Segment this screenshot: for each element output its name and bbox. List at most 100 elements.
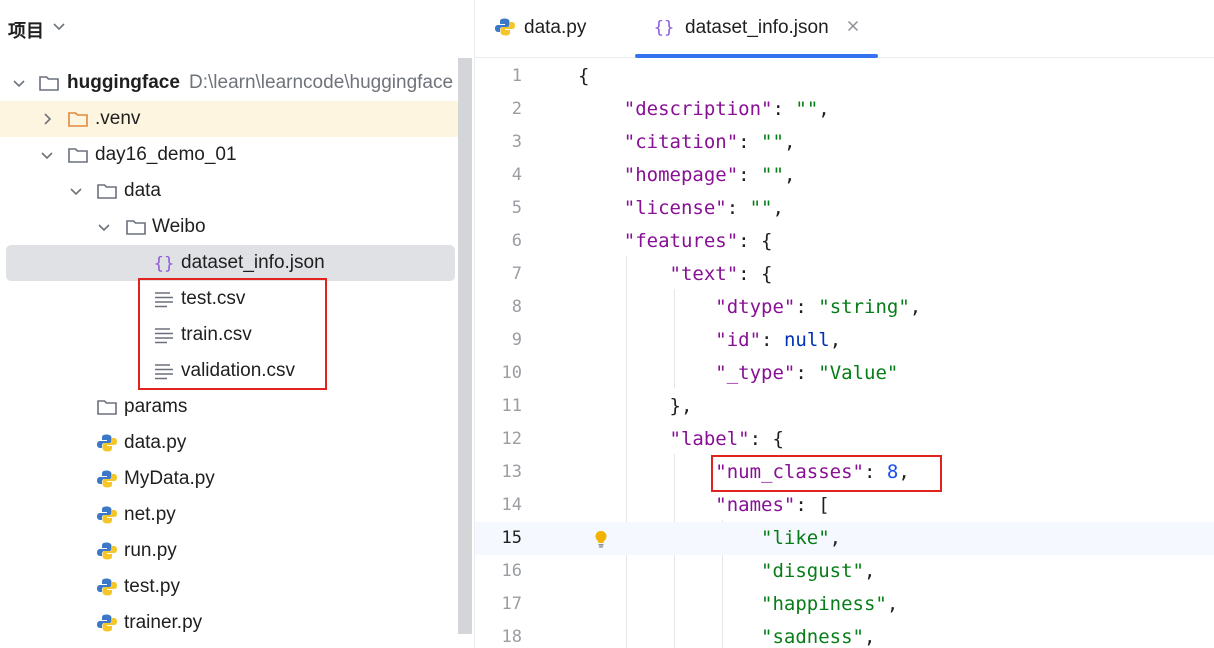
- code-text: "description": "",: [623, 98, 830, 120]
- close-icon[interactable]: [846, 19, 860, 33]
- tree-item-label: Weibo: [152, 216, 206, 237]
- tab-dataset-info-json[interactable]: {} dataset_info.json: [635, 0, 878, 58]
- tree-item-params[interactable]: params: [0, 389, 458, 425]
- line-number: 5: [511, 198, 522, 218]
- tree-item-net-py[interactable]: net.py: [0, 497, 458, 533]
- tree-item-train-csv[interactable]: train.csv: [0, 317, 458, 353]
- text-file-icon: [155, 292, 173, 308]
- folder-excluded-icon: [68, 112, 88, 127]
- tree-item-test-csv[interactable]: test.csv: [0, 281, 458, 317]
- code-text: "_type": "Value": [715, 362, 899, 384]
- code-line[interactable]: 8 "dtype": "string",: [475, 291, 1214, 324]
- code-line[interactable]: 9 "id": null,: [475, 324, 1214, 357]
- code-area[interactable]: 1 { 2 "description": "", 3 "citation": "…: [475, 58, 1214, 648]
- line-number: 2: [511, 99, 522, 119]
- code-text: "citation": "",: [623, 131, 796, 153]
- tree-item-mydata-py[interactable]: MyData.py: [0, 461, 458, 497]
- tree-item-label: test.py: [124, 576, 180, 597]
- folder-icon: [126, 220, 146, 235]
- code-line[interactable]: 10 "_type": "Value": [475, 357, 1214, 390]
- line-number: 8: [511, 297, 522, 317]
- line-number: 4: [511, 165, 522, 185]
- line-number: 10: [501, 363, 522, 383]
- tree-item-label: dataset_info.json: [181, 252, 325, 273]
- tab-label: data.py: [524, 17, 587, 38]
- tree-item-label: test.csv: [181, 288, 246, 309]
- tree-item-label: data: [124, 180, 161, 201]
- code-line[interactable]: 17 "happiness",: [475, 588, 1214, 621]
- python-file-icon: [97, 506, 117, 524]
- tree-scrollbar[interactable]: [458, 58, 472, 634]
- tree-item-weibo[interactable]: Weibo: [0, 209, 458, 245]
- code-line[interactable]: 13 "num_classes": 8,: [475, 456, 1214, 489]
- tab-data-py[interactable]: data.py: [475, 0, 625, 58]
- code-line[interactable]: 6 "features": {: [475, 225, 1214, 258]
- code-line[interactable]: 16 "disgust",: [475, 555, 1214, 588]
- code-text: "disgust",: [761, 560, 876, 582]
- code-text: "license": "",: [623, 197, 784, 219]
- code-line[interactable]: 5 "license": "",: [475, 192, 1214, 225]
- line-number: 6: [511, 231, 522, 251]
- code-line[interactable]: 14 "names": [: [475, 489, 1214, 522]
- code-text: "names": [: [715, 494, 830, 516]
- line-number: 16: [501, 561, 522, 581]
- tree-item-label: huggingface: [67, 72, 180, 93]
- line-number: 9: [511, 330, 522, 350]
- editor: data.py {} dataset_info.json 1 { 2 "desc…: [475, 0, 1214, 648]
- code-line[interactable]: 3 "citation": "",: [475, 126, 1214, 159]
- folder-icon: [97, 184, 117, 199]
- tree-item-run-py[interactable]: run.py: [0, 533, 458, 569]
- tree-item-label: run.py: [124, 540, 177, 561]
- chevron-right-icon[interactable]: [40, 112, 54, 126]
- line-number: 18: [501, 627, 522, 647]
- tree-item-validation-csv[interactable]: validation.csv: [0, 353, 458, 389]
- tree-item-day16-demo-01[interactable]: day16_demo_01: [0, 137, 458, 173]
- code-line[interactable]: 18 "sadness",: [475, 621, 1214, 648]
- text-file-icon: [155, 364, 173, 380]
- json-file-icon: {}: [654, 18, 674, 38]
- chevron-down-icon[interactable]: [12, 76, 26, 90]
- tree-item-data-py[interactable]: data.py: [0, 425, 458, 461]
- code-text: {: [578, 65, 590, 87]
- tree-item-label: .venv: [95, 108, 141, 129]
- line-number: 3: [511, 132, 522, 152]
- code-text: "dtype": "string",: [715, 296, 922, 318]
- tree-item-trainer-py[interactable]: trainer.py: [0, 605, 458, 641]
- chevron-down-icon[interactable]: [40, 148, 54, 162]
- chevron-down-icon[interactable]: [52, 19, 66, 33]
- svg-text:{}: {}: [654, 18, 674, 38]
- line-number: 17: [501, 594, 522, 614]
- panel-title[interactable]: 项目: [8, 17, 44, 43]
- code-line[interactable]: 7 "text": {: [475, 258, 1214, 291]
- code-text: "like",: [761, 527, 842, 549]
- code-text: "sadness",: [761, 626, 876, 648]
- tree-item-label: params: [124, 396, 188, 417]
- tree-item-huggingface[interactable]: huggingface D:\learn\learncode\huggingfa…: [0, 65, 458, 101]
- code-text: "features": {: [623, 230, 773, 252]
- tree-item-label: net.py: [124, 504, 176, 525]
- code-line[interactable]: 11 },: [475, 390, 1214, 423]
- tree-item-test-py[interactable]: test.py: [0, 569, 458, 605]
- code-line[interactable]: 1 {: [475, 60, 1214, 93]
- code-line[interactable]: 4 "homepage": "",: [475, 159, 1214, 192]
- python-file-icon: [97, 542, 117, 560]
- folder-icon: [68, 148, 88, 163]
- code-text: },: [578, 395, 693, 417]
- line-number: 11: [501, 396, 522, 416]
- tree-item-label: MyData.py: [124, 468, 215, 489]
- tree-item-label: data.py: [124, 432, 187, 453]
- code-text: "id": null,: [715, 329, 842, 351]
- code-line[interactable]: 2 "description": "",: [475, 93, 1214, 126]
- code-text: "text": {: [669, 263, 773, 285]
- code-line-current[interactable]: 15 "like",: [475, 522, 1214, 555]
- tree-item-data[interactable]: data: [0, 173, 458, 209]
- tree-item-label: trainer.py: [124, 612, 203, 633]
- chevron-down-icon[interactable]: [69, 184, 83, 198]
- code-line[interactable]: 12 "label": {: [475, 423, 1214, 456]
- tree-item-venv[interactable]: .venv: [0, 101, 458, 137]
- tree-item-dataset-info-json[interactable]: {} dataset_info.json: [6, 245, 455, 281]
- code-text: "homepage": "",: [623, 164, 796, 186]
- code-text: "happiness",: [761, 593, 899, 615]
- svg-text:{}: {}: [154, 254, 174, 273]
- chevron-down-icon[interactable]: [97, 220, 111, 234]
